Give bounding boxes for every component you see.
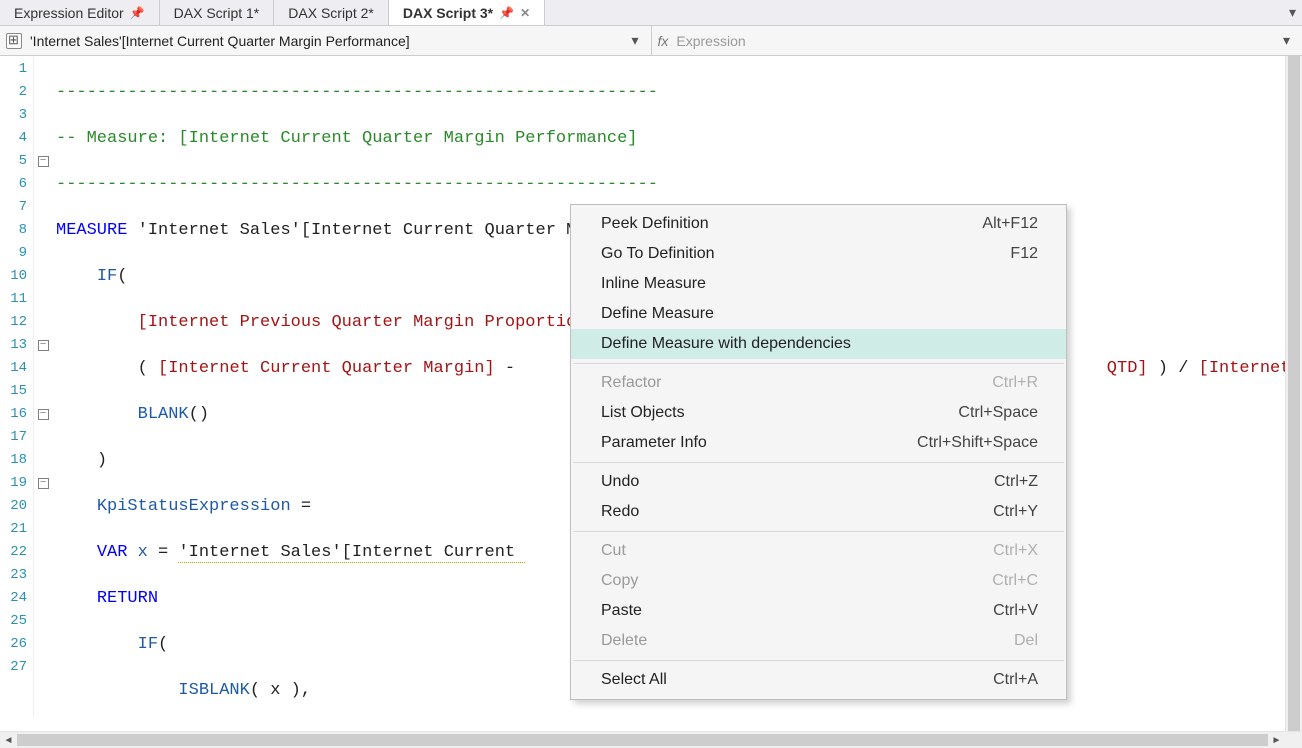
menu-item-shortcut: F12 <box>1010 245 1038 263</box>
tab-dax-script-1[interactable]: DAX Script 1* <box>160 0 275 25</box>
fold-gutter <box>34 56 52 716</box>
menu-item-label: Redo <box>601 503 639 521</box>
menu-item[interactable]: Define Measure <box>571 299 1066 329</box>
horizontal-scrollbar[interactable]: ◄ ► <box>0 731 1302 748</box>
menu-item: Copy Ctrl+C <box>571 566 1066 596</box>
fx-icon: fx <box>658 33 669 49</box>
menu-item-label: Go To Definition <box>601 245 715 263</box>
scrollbar-thumb[interactable] <box>17 734 1268 746</box>
close-icon[interactable]: ✕ <box>520 6 530 20</box>
menu-item-shortcut: Alt+F12 <box>982 215 1038 233</box>
menu-item-shortcut: Ctrl+R <box>992 374 1038 392</box>
scroll-left-button[interactable]: ◄ <box>0 732 17 748</box>
menu-item-label: Copy <box>601 572 638 590</box>
menu-item-shortcut: Ctrl+V <box>993 602 1038 620</box>
menu-item-label: List Objects <box>601 404 685 422</box>
context-menu: Peek Definition Alt+F12 Go To Definition F1… <box>570 204 1067 700</box>
menu-item-label: Cut <box>601 542 626 560</box>
menu-item[interactable]: Undo Ctrl+Z <box>571 467 1066 497</box>
menu-item-label: Paste <box>601 602 642 620</box>
measure-icon <box>6 33 22 49</box>
measure-name: 'Internet Sales'[Internet Current Quarte… <box>30 33 625 49</box>
measure-selector[interactable]: 'Internet Sales'[Internet Current Quarte… <box>0 26 652 55</box>
menu-item-label: Define Measure with dependencies <box>601 335 851 353</box>
fold-toggle[interactable] <box>34 472 52 495</box>
tab-expression-editor[interactable]: Expression Editor 📌 <box>0 0 160 25</box>
menu-item: Delete Del <box>571 626 1066 656</box>
tab-dax-script-2[interactable]: DAX Script 2* <box>274 0 389 25</box>
menu-item-label: Parameter Info <box>601 434 707 452</box>
menu-separator <box>573 462 1064 463</box>
fold-toggle[interactable] <box>34 334 52 357</box>
menu-item-label: Define Measure <box>601 305 714 323</box>
pin-icon[interactable]: 📌 <box>499 6 514 20</box>
vertical-scrollbar[interactable] <box>1285 56 1302 731</box>
pin-icon[interactable]: 📌 <box>130 6 145 20</box>
menu-item-shortcut: Ctrl+C <box>992 572 1038 590</box>
chevron-down-icon[interactable]: ▾ <box>625 32 644 49</box>
menu-item-label: Refactor <box>601 374 661 392</box>
menu-item[interactable]: List Objects Ctrl+Space <box>571 398 1066 428</box>
menu-item[interactable]: Paste Ctrl+V <box>571 596 1066 626</box>
tab-label: DAX Script 2* <box>288 5 374 21</box>
menu-item-label: Undo <box>601 473 639 491</box>
menu-item[interactable]: Inline Measure <box>571 269 1066 299</box>
scroll-right-button[interactable]: ► <box>1268 732 1285 748</box>
menu-item[interactable]: Redo Ctrl+Y <box>571 497 1066 527</box>
menu-item[interactable]: Peek Definition Alt+F12 <box>571 209 1066 239</box>
tab-dax-script-3[interactable]: DAX Script 3* 📌 ✕ <box>389 0 545 25</box>
menu-item-label: Inline Measure <box>601 275 706 293</box>
tab-label: DAX Script 1* <box>174 5 260 21</box>
menu-item-label: Delete <box>601 632 647 650</box>
fold-toggle[interactable] <box>34 150 52 173</box>
menu-separator <box>573 531 1064 532</box>
menu-item-shortcut: Ctrl+A <box>993 671 1038 689</box>
tab-label: DAX Script 3* <box>403 5 493 21</box>
expression-box[interactable]: fx Expression ▾ <box>652 26 1302 55</box>
tab-bar: Expression Editor 📌 DAX Script 1* DAX Sc… <box>0 0 1302 26</box>
menu-item: Refactor Ctrl+R <box>571 368 1066 398</box>
menu-item-shortcut: Del <box>1014 632 1038 650</box>
menu-item-label: Peek Definition <box>601 215 709 233</box>
menu-item-shortcut: Ctrl+Space <box>958 404 1038 422</box>
menu-item[interactable]: Parameter Info Ctrl+Shift+Space <box>571 428 1066 458</box>
tab-overflow-icon[interactable]: ▾ <box>1289 4 1296 21</box>
chevron-down-icon[interactable]: ▾ <box>1277 32 1296 49</box>
line-gutter: 1234567891011121314151617181920212223242… <box>0 56 34 716</box>
menu-item-shortcut: Ctrl+Z <box>994 473 1038 491</box>
scrollbar-thumb[interactable] <box>1288 56 1300 731</box>
menu-item: Cut Ctrl+X <box>571 536 1066 566</box>
menu-item-shortcut: Ctrl+Y <box>993 503 1038 521</box>
expression-placeholder: Expression <box>676 33 1277 49</box>
menu-item[interactable]: Define Measure with dependencies <box>571 329 1066 359</box>
menu-item-shortcut: Ctrl+Shift+Space <box>917 434 1038 452</box>
menu-item-label: Select All <box>601 671 667 689</box>
fold-toggle[interactable] <box>34 403 52 426</box>
menu-item[interactable]: Select All Ctrl+A <box>571 665 1066 695</box>
menu-item-shortcut: Ctrl+X <box>993 542 1038 560</box>
menu-separator <box>573 363 1064 364</box>
toolbar: 'Internet Sales'[Internet Current Quarte… <box>0 26 1302 56</box>
menu-separator <box>573 660 1064 661</box>
tab-label: Expression Editor <box>14 5 124 21</box>
menu-item[interactable]: Go To Definition F12 <box>571 239 1066 269</box>
